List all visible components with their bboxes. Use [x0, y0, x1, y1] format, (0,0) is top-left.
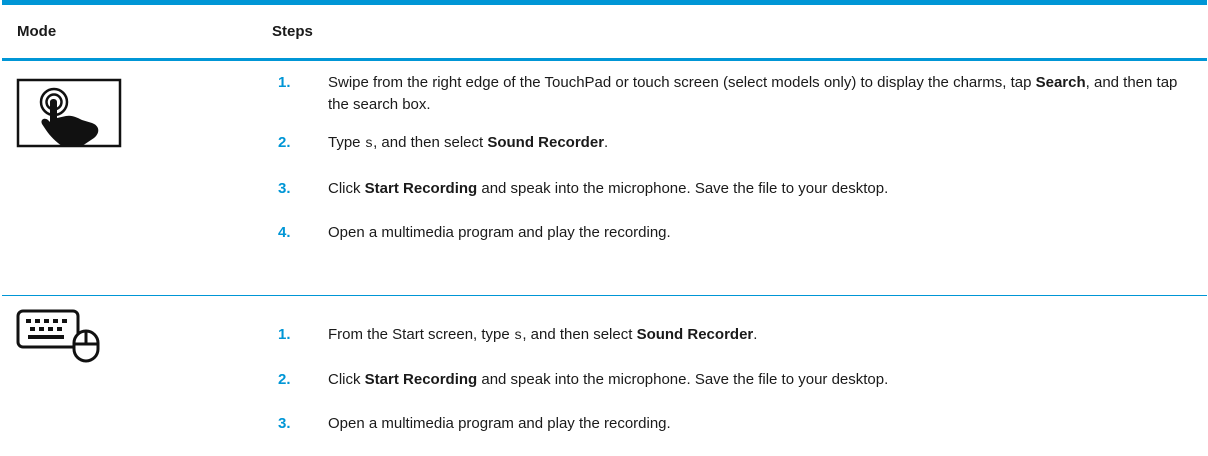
step-text: Open a multimedia program and play the r…: [328, 224, 671, 241]
table-row: 1. From the Start screen, type s, and th…: [2, 296, 1207, 456]
steps-cell: 1. From the Start screen, type s, and th…: [272, 296, 1207, 456]
table-header: Mode Steps: [2, 5, 1207, 61]
step-item: 1. Swipe from the right edge of the Touc…: [278, 72, 1187, 116]
step-item: 1. From the Start screen, type s, and th…: [278, 324, 1187, 347]
touch-gesture-icon: [16, 78, 122, 148]
step-number: 4.: [278, 224, 291, 241]
keyboard-mouse-icon: [16, 309, 100, 363]
step-item: 2. Click Start Recording and speak into …: [278, 369, 1187, 391]
step-number: 1.: [278, 326, 291, 343]
step-number: 3.: [278, 415, 291, 432]
mode-cell: [2, 296, 272, 456]
step-text: Swipe from the right edge of the TouchPa…: [328, 74, 1178, 113]
step-text: Type s, and then select Sound Recorder.: [328, 134, 609, 152]
steps-table: Mode Steps 1. Swipe from the right edge …: [2, 0, 1207, 456]
step-item: 3. Open a multimedia program and play th…: [278, 413, 1187, 435]
step-item: 2. Type s, and then select Sound Recorde…: [278, 132, 1187, 155]
step-number: 2.: [278, 134, 291, 151]
step-text: Click Start Recording and speak into the…: [328, 371, 889, 388]
mode-cell: [2, 61, 272, 295]
table-row: 1. Swipe from the right edge of the Touc…: [2, 61, 1207, 296]
steps-cell: 1. Swipe from the right edge of the Touc…: [272, 61, 1207, 295]
step-number: 1.: [278, 74, 291, 91]
step-item: 3. Click Start Recording and speak into …: [278, 178, 1187, 200]
step-text: Click Start Recording and speak into the…: [328, 180, 889, 197]
step-number: 3.: [278, 180, 291, 197]
header-mode: Mode: [17, 23, 57, 40]
step-number: 2.: [278, 371, 291, 388]
step-item: 4. Open a multimedia program and play th…: [278, 222, 1187, 244]
header-steps: Steps: [272, 23, 313, 40]
step-text: From the Start screen, type s, and then …: [328, 326, 758, 344]
step-text: Open a multimedia program and play the r…: [328, 415, 671, 432]
